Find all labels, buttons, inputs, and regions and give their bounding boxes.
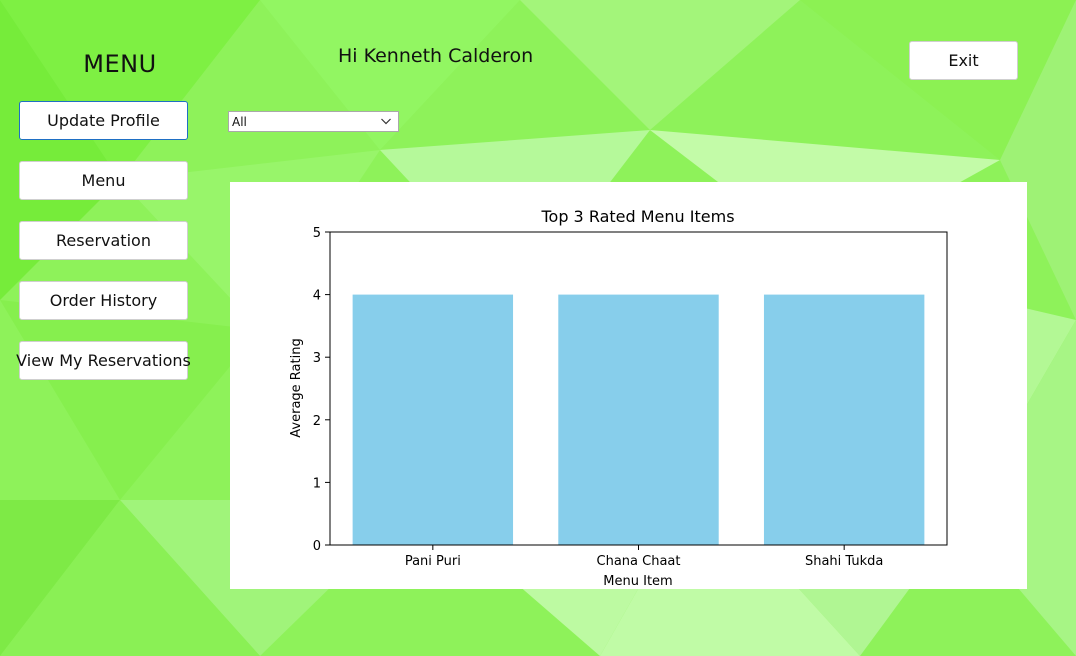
exit-button[interactable]: Exit — [909, 41, 1018, 80]
user-greeting: Hi Kenneth Calderon — [338, 45, 534, 67]
bar-chana-chaat — [558, 294, 719, 545]
chart-panel: Top 3 Rated Menu Items 0 1 2 3 4 5 Pani Puri Ch… — [230, 182, 1027, 589]
filter-selected-value: All — [232, 114, 247, 129]
chart-title: Top 3 Rated Menu Items — [540, 207, 734, 226]
app-window: MENU Hi Kenneth Calderon Exit Update Pro… — [0, 0, 1076, 656]
x-axis-label: Menu Item — [603, 574, 672, 589]
x-tick-label: Shahi Tukda — [805, 554, 883, 569]
menu-heading: MENU — [83, 50, 157, 78]
bar-pani-puri — [352, 294, 514, 545]
y-tick-label: 3 — [313, 351, 321, 366]
ratings-chart: Top 3 Rated Menu Items 0 1 2 3 4 5 Pani Puri Ch… — [289, 207, 948, 589]
reservation-button[interactable]: Reservation — [19, 221, 188, 260]
chevron-down-icon — [381, 118, 391, 125]
bar-shahi-tukda — [763, 294, 925, 545]
update-profile-button[interactable]: Update Profile — [19, 101, 188, 140]
y-axis-label: Average Rating — [289, 338, 304, 437]
order-history-button[interactable]: Order History — [19, 281, 188, 320]
menu-button[interactable]: Menu — [19, 161, 188, 200]
category-filter-select[interactable]: All — [228, 111, 399, 132]
y-tick-label: 2 — [313, 414, 321, 429]
view-my-reservations-button[interactable]: View My Reservations — [16, 341, 191, 380]
y-tick-label: 0 — [313, 539, 321, 554]
x-tick-label: Chana Chaat — [597, 554, 681, 569]
y-tick-label: 4 — [313, 289, 321, 304]
y-tick-label: 5 — [313, 226, 321, 241]
x-tick-label: Pani Puri — [405, 554, 461, 569]
y-tick-label: 1 — [313, 476, 321, 491]
